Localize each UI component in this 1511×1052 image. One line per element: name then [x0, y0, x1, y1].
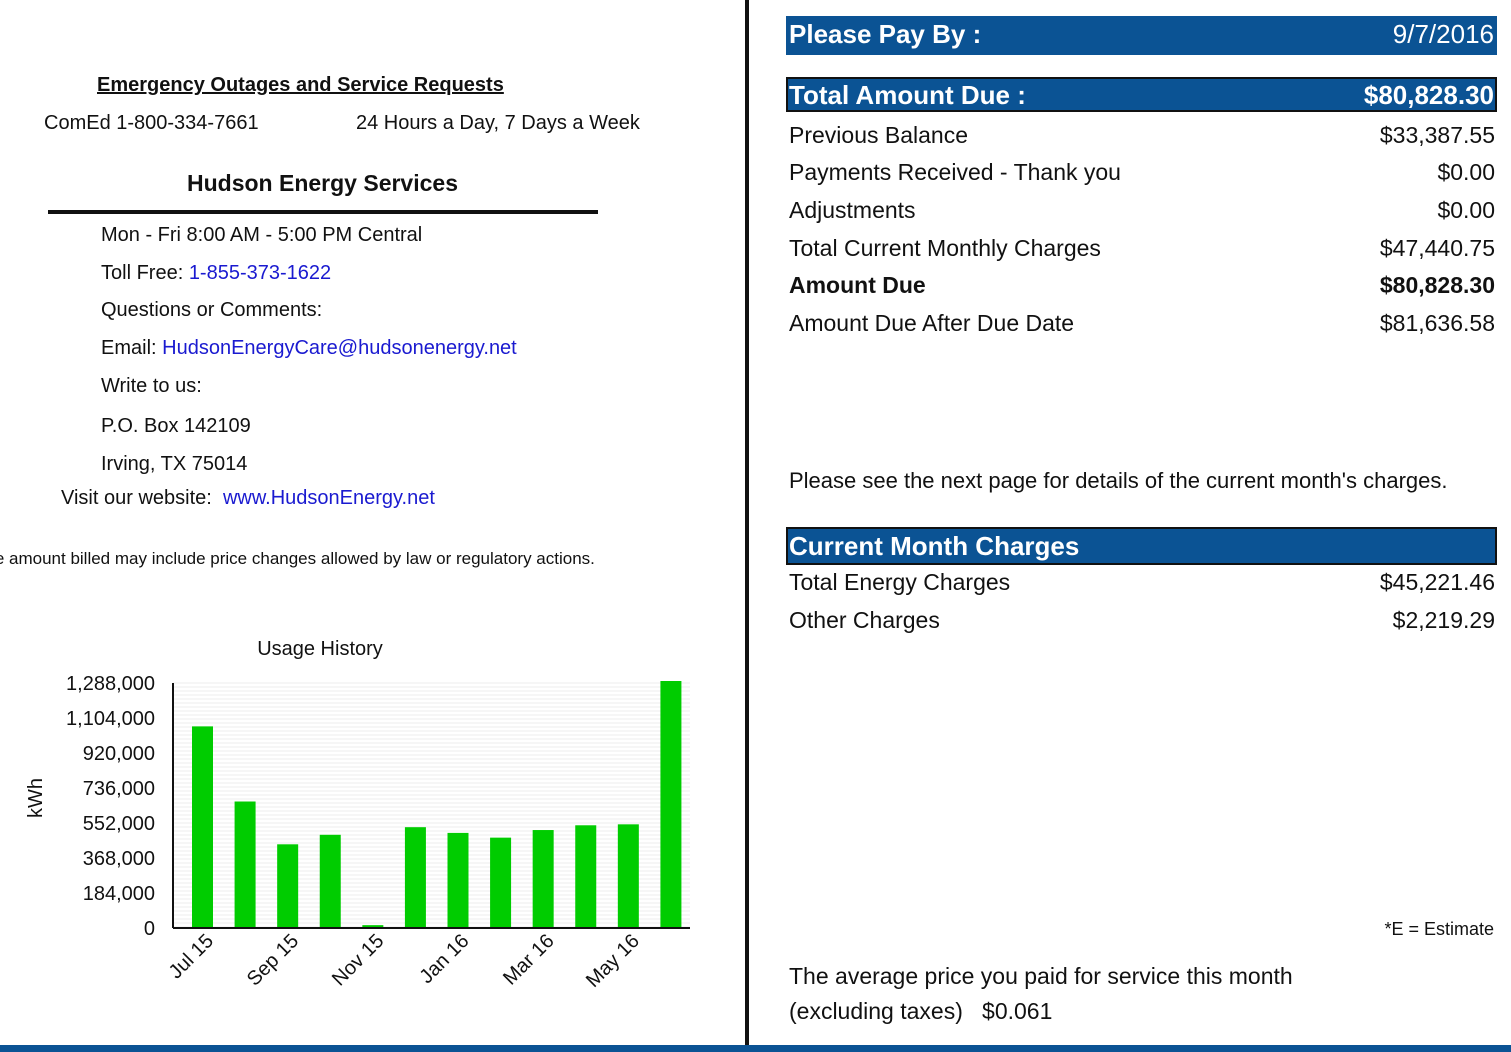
summary-label: Amount Due [789, 272, 926, 298]
summary-label: Total Current Monthly Charges [789, 235, 1101, 261]
hudson-hours: Mon - Fri 8:00 AM - 5:00 PM Central [101, 224, 423, 246]
summary-value: $0.00 [1437, 197, 1495, 223]
charges-label: Other Charges [789, 607, 940, 633]
y-tick-label: 552,000 [83, 813, 155, 835]
summary-value: $0.00 [1437, 159, 1495, 185]
toll-free-label: Toll Free: [101, 262, 184, 284]
hudson-divider [48, 210, 598, 214]
pay-by-date: 9/7/2016 [1392, 19, 1494, 49]
bar-dec-15 [404, 827, 426, 928]
see-next-page-note: Please see the next page for details of … [789, 468, 1448, 493]
bar-aug-15 [234, 801, 256, 928]
chart-ylabel: kWh [25, 778, 47, 818]
bar-may-16 [617, 824, 639, 928]
estimate-note: *E = Estimate [1384, 919, 1494, 939]
bar-feb-16 [490, 837, 512, 928]
x-tick-label: Mar 16 [499, 930, 559, 990]
current-month-title: Current Month Charges [789, 531, 1080, 561]
toll-free-line: Toll Free: 1-855-373-1622 [101, 262, 331, 285]
city: Irving, TX 75014 [101, 453, 248, 475]
average-price-value: $0.061 [982, 998, 1053, 1024]
questions-label: Questions or Comments: [101, 299, 323, 321]
summary-value: $47,440.75 [1379, 235, 1495, 261]
total-due-header: Total Amount Due : $80,828.30 [786, 77, 1497, 112]
chart-title: Usage History [257, 638, 383, 660]
y-tick-label: 0 [144, 918, 155, 940]
website-link[interactable]: www.HudsonEnergy.net [223, 487, 435, 509]
y-tick-label: 736,000 [83, 778, 155, 800]
bar-jul-15 [192, 726, 213, 928]
bar-sep-15 [277, 844, 299, 928]
x-tick-label: Jan 16 [416, 930, 474, 988]
total-due-value: $80,828.30 [1363, 80, 1494, 110]
bar-jun-16 [660, 681, 682, 928]
average-price-label: (excluding taxes) [789, 998, 963, 1024]
summary-value: $33,387.55 [1379, 122, 1495, 148]
summary-label: Payments Received - Thank you [789, 159, 1121, 185]
bar-oct-15 [319, 834, 341, 928]
charges-label: Total Energy Charges [789, 569, 1011, 595]
email-link[interactable]: HudsonEnergyCare@hudsonenergy.net [162, 337, 517, 359]
y-tick-label: 920,000 [83, 743, 155, 765]
bar-mar-16 [532, 830, 554, 928]
disclaimer: The amount billed may include price chan… [0, 549, 595, 568]
x-tick-label: Sep 15 [243, 930, 303, 990]
utility-phone: ComEd 1-800-334-7661 [44, 112, 259, 134]
bottom-bar [0, 1045, 1511, 1052]
y-tick-label: 184,000 [83, 883, 155, 905]
current-month-header: Current Month Charges [786, 527, 1497, 565]
y-tick-label: 1,288,000 [66, 673, 155, 695]
charges-value: $2,219.29 [1392, 607, 1495, 633]
bar-jan-16 [447, 832, 469, 928]
usage-history-chart: Usage History kWh 0 184,000 368,000 552,000… [25, 638, 690, 992]
average-price-line2: (excluding taxes) $0.061 [789, 998, 1052, 1025]
hudson-title: Hudson Energy Services [187, 170, 458, 196]
summary-value: $81,636.58 [1379, 310, 1495, 336]
email-label: Email: [101, 337, 157, 359]
y-tick-label: 1,104,000 [66, 708, 155, 730]
x-tick-label: May 16 [582, 930, 644, 992]
website-label: Visit our website: [61, 487, 212, 509]
column-divider [745, 0, 749, 1052]
bar-apr-16 [575, 825, 597, 928]
website-line: Visit our website: www.HudsonEnergy.net [61, 487, 435, 510]
toll-free-link[interactable]: 1-855-373-1622 [189, 262, 331, 284]
email-line: Email: HudsonEnergyCare@hudsonenergy.net [101, 337, 517, 360]
emergency-title: Emergency Outages and Service Requests [97, 74, 504, 96]
y-tick-label: 368,000 [83, 848, 155, 870]
summary-label: Amount Due After Due Date [789, 310, 1075, 336]
x-tick-label: Jul 15 [165, 930, 218, 983]
x-tick-label: Nov 15 [328, 930, 388, 990]
emergency-hours: 24 Hours a Day, 7 Days a Week [356, 112, 640, 134]
total-due-label: Total Amount Due : [789, 80, 1026, 110]
summary-value: $80,828.30 [1379, 272, 1495, 298]
average-price-line1: The average price you paid for service t… [789, 963, 1293, 989]
pay-by-label: Please Pay By : [789, 19, 982, 49]
write-label: Write to us: [101, 375, 202, 397]
po-box: P.O. Box 142109 [101, 415, 251, 437]
charges-value: $45,221.46 [1379, 569, 1495, 595]
summary-label: Previous Balance [789, 122, 968, 148]
summary-label: Adjustments [789, 197, 916, 223]
pay-by-header: Please Pay By : 9/7/2016 [786, 16, 1497, 55]
